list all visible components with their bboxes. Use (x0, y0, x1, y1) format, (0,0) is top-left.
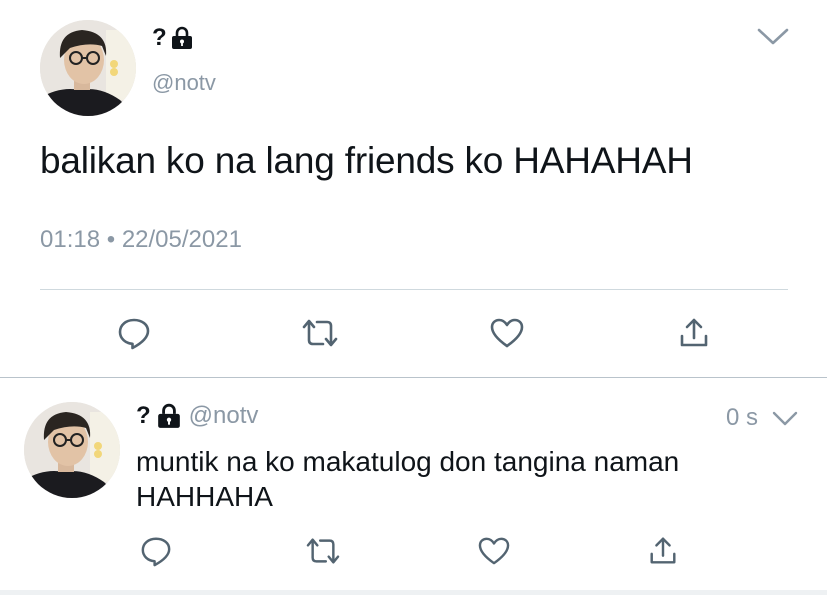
avatar[interactable] (40, 20, 136, 116)
date: 22/05/2021 (121, 226, 242, 253)
reply-display-name-text: ? (136, 402, 151, 429)
separator: • (106, 226, 116, 253)
like-button[interactable] (488, 315, 526, 351)
display-name-text: ? (152, 24, 167, 51)
retweet-icon (306, 538, 340, 564)
reply-avatar[interactable] (24, 402, 120, 498)
heart-icon (478, 537, 510, 565)
chevron-down-icon[interactable] (756, 26, 790, 48)
share-button[interactable] (676, 315, 712, 351)
lock-icon (157, 403, 180, 428)
section-divider (0, 377, 827, 378)
share-icon (680, 318, 708, 347)
reply-handle[interactable]: @notv (189, 402, 259, 430)
like-button[interactable] (476, 534, 512, 568)
heart-icon (490, 318, 524, 348)
retweet-icon (302, 319, 338, 347)
bottom-divider (0, 590, 827, 595)
share-icon (650, 537, 676, 564)
reply-icon (141, 537, 171, 567)
reply-display-name[interactable]: ? (136, 402, 181, 430)
handle[interactable]: @notv (152, 70, 216, 96)
reply-header: ? @notv (136, 402, 258, 430)
reply-button[interactable] (138, 534, 174, 568)
lock-icon (171, 26, 192, 49)
tweet-text: balikan ko na lang friends ko HAHAHAH (40, 140, 693, 181)
avatar-image (40, 20, 136, 116)
reply-icon (118, 318, 150, 350)
retweet-button[interactable] (304, 534, 342, 568)
reply-text: muntik na ko makatulog don tangina naman… (136, 446, 680, 512)
main-tweet: ? @notv balikan ko na lang friends ko HA… (0, 0, 827, 378)
reply-timestamp[interactable]: 0 s (726, 404, 758, 432)
display-name[interactable]: ? (152, 24, 193, 52)
reply-button[interactable] (116, 315, 152, 351)
time: 01:18 (40, 226, 101, 253)
retweet-button[interactable] (300, 315, 340, 351)
chevron-down-icon[interactable] (772, 410, 798, 428)
share-button[interactable] (646, 534, 680, 568)
timestamp[interactable]: 01:18 • 22/05/2021 (40, 226, 242, 254)
avatar-image (24, 402, 120, 498)
divider (40, 289, 788, 290)
